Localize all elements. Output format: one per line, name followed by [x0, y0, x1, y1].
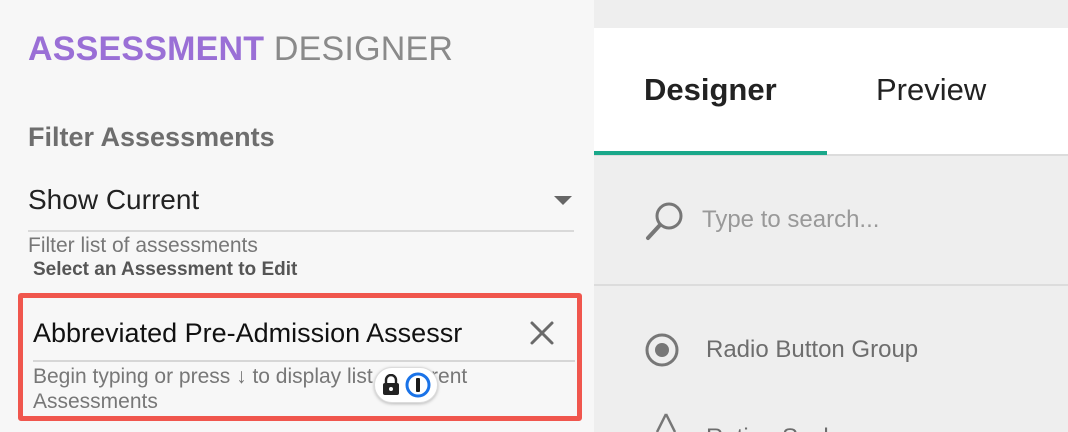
- password-manager-badge[interactable]: [374, 367, 438, 403]
- filter-helper-text: Filter list of assessments: [28, 234, 258, 257]
- assessment-helper-text: Begin typing or press ↓ to display list …: [33, 365, 468, 413]
- radio-button-icon: [645, 333, 679, 367]
- component-rating-scale[interactable]: Rating Scale: [594, 412, 1068, 432]
- assessment-select-highlight: Abbreviated Pre-Admission Assessr Begin …: [18, 293, 582, 421]
- lock-icon: [383, 374, 399, 395]
- tab-preview[interactable]: Preview: [876, 72, 986, 108]
- filter-heading: Filter Assessments: [28, 122, 275, 152]
- password-manager-icon: [405, 372, 431, 398]
- assessment-select-label: Select an Assessment to Edit: [33, 259, 298, 280]
- component-label: Radio Button Group: [706, 336, 919, 363]
- app-title-rest: DESIGNER: [273, 30, 454, 68]
- filter-select[interactable]: Show Current: [28, 178, 574, 232]
- rating-scale-icon: [655, 413, 677, 432]
- right-panel: Designer Preview Radio Button Group Rati…: [594, 0, 1068, 432]
- component-radio-button-group[interactable]: Radio Button Group: [594, 322, 1068, 378]
- chevron-down-icon[interactable]: [554, 196, 572, 205]
- tab-designer[interactable]: Designer: [644, 72, 777, 108]
- filter-select-value: Show Current: [28, 184, 200, 215]
- search-input[interactable]: [702, 202, 1042, 238]
- left-panel: ASSESSMENT DESIGNER Filter Assessments S…: [0, 0, 594, 432]
- assessment-combobox[interactable]: Abbreviated Pre-Admission Assessr: [33, 306, 575, 362]
- assessment-combobox-value[interactable]: Abbreviated Pre-Admission Assessr: [33, 318, 513, 349]
- close-icon[interactable]: [525, 316, 559, 350]
- app-title-accent: ASSESSMENT: [28, 30, 265, 68]
- search-icon: [646, 202, 683, 240]
- tab-bar: Designer Preview: [594, 28, 1068, 156]
- component-search: [594, 156, 1068, 286]
- active-tab-indicator: [594, 151, 827, 155]
- app-title: ASSESSMENT DESIGNER: [28, 30, 453, 69]
- component-label: Rating Scale: [706, 424, 842, 432]
